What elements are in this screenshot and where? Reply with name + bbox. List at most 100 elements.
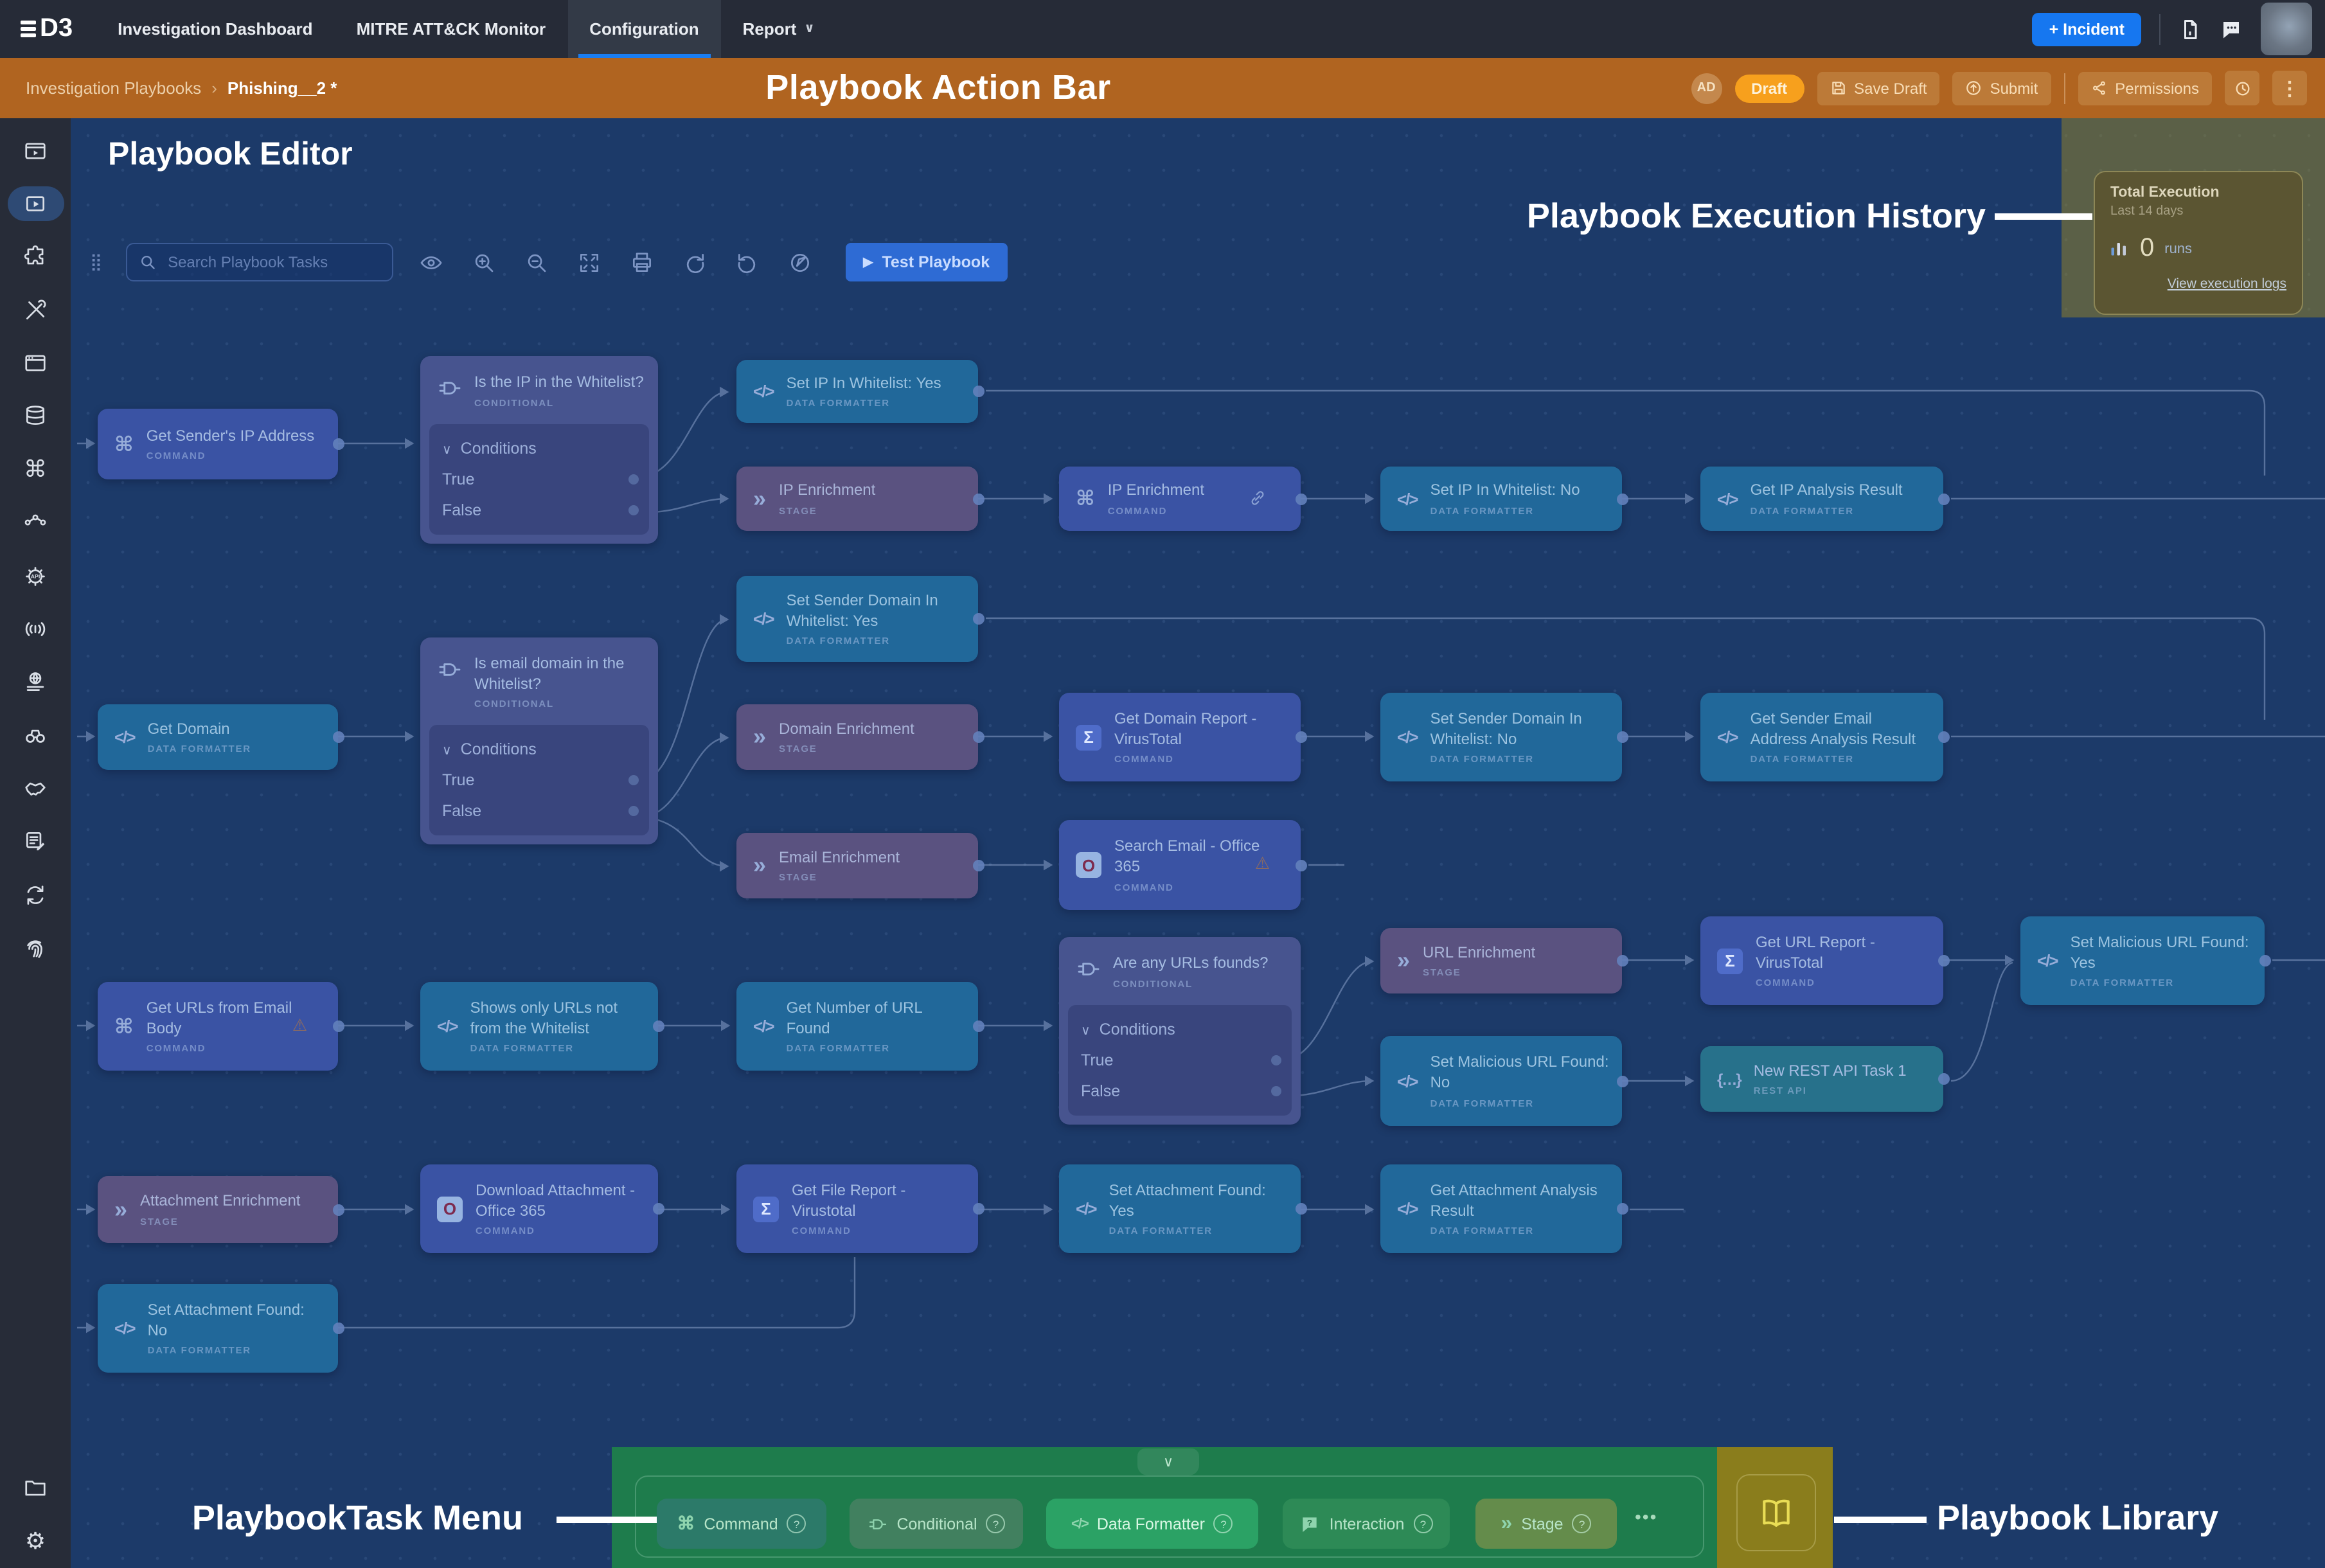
task-node[interactable]: </>Get DomainDATA FORMATTER	[98, 704, 338, 770]
output-port[interactable]	[333, 1323, 344, 1334]
nav-item-mitre-att-ck-monitor[interactable]: MITRE ATT&CK Monitor	[335, 0, 568, 58]
task-node[interactable]: </>Get Attachment Analysis ResultDATA FO…	[1380, 1164, 1622, 1253]
output-port[interactable]	[1271, 1086, 1281, 1096]
output-port[interactable]	[628, 775, 639, 785]
task-node[interactable]: »IP EnrichmentSTAGE	[736, 467, 978, 531]
output-port[interactable]	[653, 1203, 664, 1215]
output-port[interactable]	[973, 860, 984, 871]
task-node[interactable]: </>Set Attachment Found: YesDATA FORMATT…	[1059, 1164, 1301, 1253]
sidebar-item-ui-window[interactable]	[7, 346, 64, 380]
redo-icon[interactable]	[682, 250, 706, 274]
conditions-header[interactable]: ∨Conditions	[442, 734, 636, 765]
task-node[interactable]: ⌘IP EnrichmentCOMMAND	[1059, 467, 1301, 531]
help-icon[interactable]: ?	[1413, 1514, 1432, 1533]
task-node[interactable]: </>Set IP In Whitelist: YesDATA FORMATTE…	[736, 360, 978, 423]
output-port[interactable]	[1938, 955, 1950, 967]
execution-history-panel[interactable]: Total Execution Last 14 days 0 runs View…	[2094, 171, 2303, 315]
sidebar-item-settings-gear[interactable]: ⚙	[7, 1524, 64, 1559]
sidebar-item-playbook-monitor[interactable]	[7, 133, 64, 168]
output-port[interactable]	[333, 731, 344, 743]
output-port[interactable]	[1938, 1073, 1950, 1085]
output-port[interactable]	[973, 493, 984, 504]
breadcrumb-parent[interactable]: Investigation Playbooks	[26, 78, 201, 98]
sidebar-item-investigation-binoculars[interactable]	[7, 718, 64, 753]
output-port[interactable]	[1296, 859, 1307, 871]
d3-logo[interactable]: D3	[0, 0, 96, 58]
output-port[interactable]	[1296, 731, 1307, 743]
nav-item-configuration[interactable]: Configuration	[567, 0, 720, 58]
help-icon[interactable]: ?	[986, 1514, 1006, 1533]
condition-true[interactable]: True	[1081, 1045, 1279, 1076]
output-port[interactable]	[653, 1020, 664, 1032]
sidebar-item-form-editor[interactable]	[7, 824, 64, 859]
task-node[interactable]: </>Get IP Analysis ResultDATA FORMATTER	[1700, 467, 1943, 531]
task-node[interactable]: Is the IP in the Whitelist?CONDITIONAL∨C…	[420, 356, 658, 544]
sidebar-item-command-center[interactable]: ⌘	[7, 452, 64, 487]
task-node[interactable]: ΣGet File Report - VirustotalCOMMAND	[736, 1164, 978, 1253]
output-port[interactable]	[1617, 493, 1628, 504]
save-draft-button[interactable]: Save Draft	[1817, 71, 1939, 105]
task-node[interactable]: Are any URLs founds?CONDITIONAL∨Conditio…	[1059, 937, 1301, 1125]
task-menu-stage-button[interactable]: »Stage?	[1475, 1499, 1617, 1549]
output-port[interactable]	[973, 1203, 984, 1215]
task-node[interactable]: </>Shows only URLs not from the Whitelis…	[420, 982, 658, 1071]
task-node[interactable]: Is email domain in the Whitelist?CONDITI…	[420, 637, 658, 844]
user-avatar[interactable]	[2261, 3, 2312, 55]
output-port[interactable]	[973, 613, 984, 625]
output-port[interactable]	[1938, 493, 1950, 504]
task-node[interactable]: »Attachment EnrichmentSTAGE	[98, 1176, 338, 1243]
task-node[interactable]: ΣGet URL Report - VirusTotalCOMMAND	[1700, 916, 1943, 1005]
sidebar-item-data-sources[interactable]	[7, 399, 64, 434]
sidebar-item-web-intake[interactable]	[7, 665, 64, 700]
add-incident-button[interactable]: + Incident	[2033, 12, 2141, 46]
nav-item-report[interactable]: Report∨	[721, 0, 837, 58]
task-menu-conditional-button[interactable]: Conditional?	[850, 1499, 1023, 1549]
output-port[interactable]	[973, 731, 984, 743]
print-icon[interactable]	[629, 250, 654, 274]
output-port[interactable]	[1271, 1055, 1281, 1065]
sidebar-item-integrations[interactable]	[7, 240, 64, 274]
output-port[interactable]	[973, 1020, 984, 1032]
history-clock-button[interactable]	[2225, 71, 2259, 105]
sidebar-item-sync-arrows[interactable]	[7, 878, 64, 913]
task-menu-interaction-button[interactable]: ?Interaction?	[1283, 1499, 1450, 1549]
sidebar-item-utility-tools[interactable]	[7, 292, 64, 327]
search-input-wrap[interactable]	[125, 243, 393, 281]
task-node[interactable]: </>Get Sender Email Address Analysis Res…	[1700, 693, 1943, 781]
condition-true[interactable]: True	[442, 765, 636, 796]
output-port[interactable]	[628, 474, 639, 485]
output-port[interactable]	[333, 1020, 344, 1032]
task-node[interactable]: </>Set IP In Whitelist: NoDATA FORMATTER	[1380, 467, 1622, 531]
task-node[interactable]: ⌘Get URLs from Email BodyCOMMAND⚠	[98, 982, 338, 1071]
sidebar-item-workflow-graph[interactable]	[7, 505, 64, 540]
submit-button[interactable]: Submit	[1953, 71, 2051, 105]
condition-false[interactable]: False	[1081, 1076, 1279, 1107]
output-port[interactable]	[1617, 1203, 1628, 1215]
zoom-out-icon[interactable]	[524, 250, 548, 274]
task-node[interactable]: ODownload Attachment - Office 365COMMAND	[420, 1164, 658, 1253]
task-node[interactable]: »Domain EnrichmentSTAGE	[736, 704, 978, 770]
help-icon[interactable]: ?	[787, 1514, 806, 1533]
view-execution-logs-link[interactable]: View execution logs	[2110, 276, 2286, 292]
output-port[interactable]	[1617, 731, 1628, 743]
task-node[interactable]: </>Set Sender Domain In Whitelist: NoDAT…	[1380, 693, 1622, 781]
sidebar-item-fingerprint[interactable]	[7, 931, 64, 965]
undo-icon[interactable]	[735, 250, 759, 274]
task-node[interactable]: {…}New REST API Task 1REST API	[1700, 1046, 1943, 1112]
sidebar-item-event-broadcast[interactable]	[7, 612, 64, 646]
output-port[interactable]	[1617, 955, 1628, 967]
sidebar-item-file-management[interactable]	[7, 1471, 64, 1506]
auto-layout-icon[interactable]	[787, 250, 812, 274]
condition-false[interactable]: False	[442, 495, 636, 526]
zoom-in-icon[interactable]	[471, 250, 495, 274]
condition-false[interactable]: False	[442, 796, 636, 826]
fit-to-screen-icon[interactable]	[576, 250, 601, 274]
document-info-icon[interactable]	[2178, 17, 2202, 40]
task-node[interactable]: </>Get Number of URL FoundDATA FORMATTER	[736, 982, 978, 1071]
more-tasks-button[interactable]: •••	[1635, 1506, 1657, 1527]
kebab-menu-button[interactable]: ⋮	[2272, 71, 2307, 105]
output-port[interactable]	[628, 505, 639, 515]
output-port[interactable]	[1938, 731, 1950, 743]
task-node[interactable]: OSearch Email - Office 365COMMAND⚠	[1059, 820, 1301, 910]
output-port[interactable]	[2259, 955, 2271, 967]
